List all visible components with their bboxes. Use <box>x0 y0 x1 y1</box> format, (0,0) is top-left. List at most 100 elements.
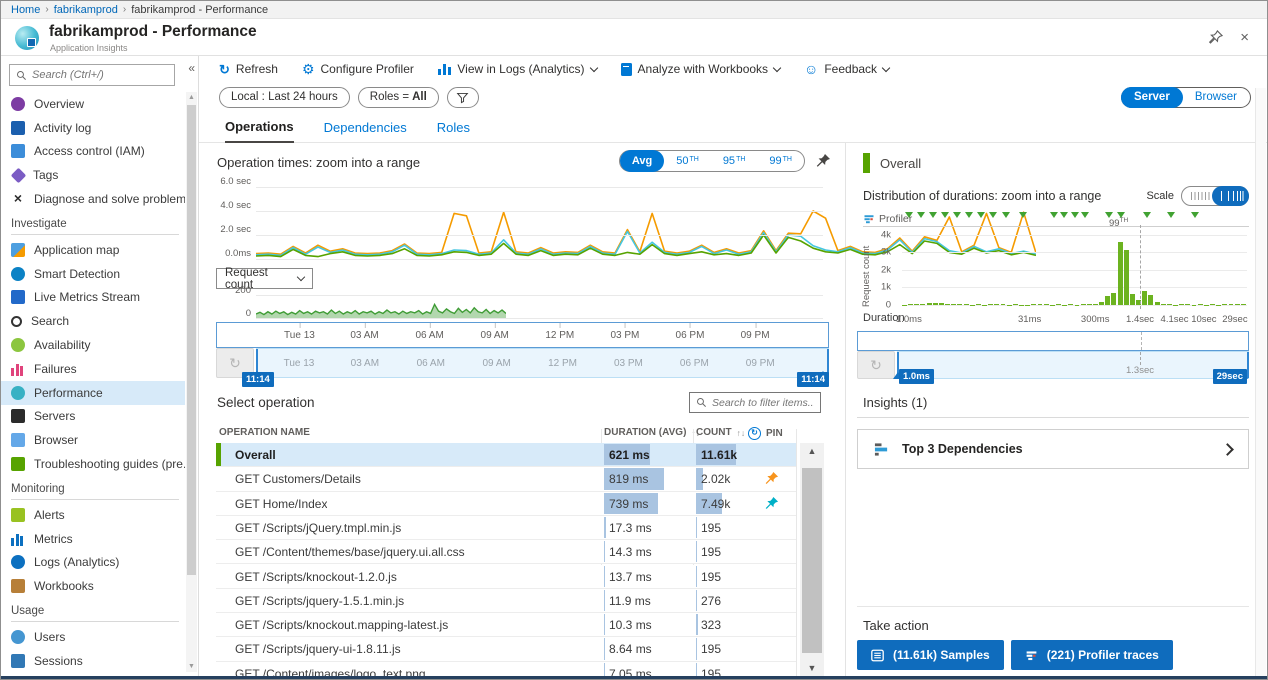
sidebar-item-troubleshooting-guides-pre[interactable]: Troubleshooting guides (pre... <box>1 452 185 476</box>
sidebar-item-diagnose-and-solve-problems[interactable]: ×Diagnose and solve problems <box>1 187 185 211</box>
profiler-marker-icon[interactable] <box>1019 212 1027 222</box>
time-axis[interactable]: Tue 1303 AM06 AM09 AM12 PM03 PM06 PM09 P… <box>216 322 829 348</box>
table-row[interactable]: GET /Scripts/knockout-1.2.0.js13.7 ms195 <box>216 565 796 589</box>
sidebar-item-live-metrics-stream[interactable]: Live Metrics Stream <box>1 286 185 310</box>
pin-blade-icon[interactable] <box>1208 30 1223 45</box>
duration-histogram[interactable] <box>902 231 1247 305</box>
range-end-chip[interactable]: 29sec <box>1213 369 1247 384</box>
sidebar-item-failures[interactable]: Failures <box>1 357 185 381</box>
table-search-input[interactable] <box>712 397 814 409</box>
profiler-marker-icon[interactable] <box>1191 212 1199 222</box>
percentile-99th[interactable]: 99TH <box>757 150 804 172</box>
table-scrollbar[interactable]: ▲ ▼ <box>800 443 824 676</box>
table-row[interactable]: GET Customers/Details819 ms2.02k <box>216 467 796 491</box>
tab-operations[interactable]: Operations <box>225 119 294 143</box>
sidebar-item-tags[interactable]: Tags <box>1 163 185 187</box>
sidebar-item-activity-log[interactable]: Activity log <box>1 116 185 140</box>
table-row[interactable]: GET /Content/images/logo_text.png7.05 ms… <box>216 662 796 676</box>
percentile-avg[interactable]: Avg <box>620 150 664 172</box>
scroll-down-icon[interactable]: ▼ <box>800 660 824 676</box>
reset-pins-icon[interactable] <box>748 427 761 440</box>
refresh-button[interactable]: Refresh <box>219 62 278 76</box>
duration-selection-strip[interactable] <box>857 331 1249 351</box>
table-row[interactable]: GET /Scripts/jquery-1.5.1.min.js11.9 ms2… <box>216 589 796 613</box>
range-start-chip[interactable]: 1.0ms <box>899 369 934 384</box>
percentile-50th[interactable]: 50TH <box>664 150 711 172</box>
table-row[interactable]: GET /Scripts/jquery-ui-1.8.11.js8.64 ms1… <box>216 637 796 661</box>
table-row[interactable]: GET /Content/themes/base/jquery.ui.all.c… <box>216 540 796 564</box>
sidebar-item-sessions[interactable]: Sessions <box>1 649 185 673</box>
profiler-marker-icon[interactable] <box>929 212 937 222</box>
sidebar-item-metrics[interactable]: Metrics <box>1 527 185 551</box>
scale-toggle[interactable] <box>1181 186 1249 206</box>
operation-times-chart[interactable]: 6.0 sec4.0 sec2.0 sec0.0ms <box>199 181 828 259</box>
sidebar-item-performance[interactable]: Performance <box>1 381 185 405</box>
profiler-marker-icon[interactable] <box>1050 212 1058 222</box>
breadcrumb-fabrikamprod[interactable]: fabrikamprod <box>54 4 118 16</box>
table-row[interactable]: GET /Scripts/jQuery.tmpl.min.js17.3 ms19… <box>216 516 796 540</box>
pin-icon[interactable] <box>764 496 779 511</box>
sidebar-item-overview[interactable]: Overview <box>1 92 185 116</box>
toggle-browser[interactable]: Browser <box>1182 87 1250 108</box>
scroll-down-icon[interactable]: ▼ <box>186 661 197 672</box>
pin-icon[interactable] <box>764 471 779 486</box>
profiler-marker-icon[interactable] <box>953 212 961 222</box>
sidebar-item-browser[interactable]: Browser <box>1 428 185 452</box>
percentile-95th[interactable]: 95TH <box>711 150 758 172</box>
sidebar-item-application-map[interactable]: Application map <box>1 238 185 262</box>
profiler-marker-icon[interactable] <box>965 212 973 222</box>
close-icon[interactable]: × <box>1240 30 1249 45</box>
range-end-chip[interactable]: 11:14 <box>797 372 829 387</box>
roles-filter-pill[interactable]: Roles =All <box>358 87 439 108</box>
pin-chart-icon[interactable] <box>815 153 831 169</box>
view-in-logs-button[interactable]: View in Logs (Analytics) <box>438 62 597 76</box>
scroll-up-icon[interactable]: ▲ <box>800 443 824 459</box>
analyze-workbooks-button[interactable]: Analyze with Workbooks <box>621 62 781 76</box>
tab-roles[interactable]: Roles <box>437 120 470 142</box>
request-count-chart[interactable]: 2000 <box>199 293 828 318</box>
profiler-marker-icon[interactable] <box>1002 212 1010 222</box>
breadcrumb-home[interactable]: Home <box>11 4 40 16</box>
profiler-marker-icon[interactable] <box>1167 212 1175 222</box>
page-scrollbar[interactable] <box>1255 88 1266 679</box>
add-filter-button[interactable] <box>447 87 479 108</box>
tab-dependencies[interactable]: Dependencies <box>324 120 407 142</box>
profiler-marker-icon[interactable] <box>1071 212 1079 222</box>
table-row[interactable]: GET Home/Index739 ms7.49k <box>216 492 796 516</box>
profiler-marker-icon[interactable] <box>1060 212 1068 222</box>
sidebar-search-input[interactable] <box>32 69 168 81</box>
table-scroll-thumb[interactable] <box>802 468 822 653</box>
toggle-server[interactable]: Server <box>1121 87 1183 108</box>
column-count[interactable]: COUNT↑↓ <box>696 427 745 438</box>
configure-profiler-button[interactable]: Configure Profiler <box>302 62 414 76</box>
feedback-button[interactable]: Feedback <box>804 62 889 76</box>
area-chart-plot[interactable] <box>256 293 506 318</box>
reset-zoom-icon[interactable] <box>857 351 895 379</box>
profiler-marker-icon[interactable] <box>977 212 985 222</box>
sidebar-item-smart-detection[interactable]: Smart Detection <box>1 262 185 286</box>
scale-linear-option[interactable] <box>1191 192 1210 200</box>
scroll-up-icon[interactable]: ▲ <box>186 92 197 103</box>
sidebar-item-access-control-iam[interactable]: Access control (IAM) <box>1 140 185 164</box>
sidebar-scroll-thumb[interactable] <box>187 105 196 575</box>
column-operation-name[interactable]: OPERATION NAME <box>219 427 310 438</box>
profiler-marker-icon[interactable] <box>917 212 925 222</box>
range-start-chip[interactable]: 11:14 <box>242 372 274 387</box>
samples-button[interactable]: (11.61k) Samples <box>857 640 1004 670</box>
sidebar-item-logs-analytics[interactable]: Logs (Analytics) <box>1 551 185 575</box>
table-row[interactable]: Overall621 ms11.61k <box>216 443 796 467</box>
brush-band[interactable]: Tue 1303 AM06 AM09 AM12 PM03 PM06 PM09 P… <box>256 348 829 378</box>
time-range-filter-pill[interactable]: Local : Last 24 hours <box>219 87 350 108</box>
profiler-traces-button[interactable]: (221) Profiler traces <box>1011 640 1173 670</box>
profiler-marker-icon[interactable] <box>1143 212 1151 222</box>
sort-icon[interactable]: ↑↓ <box>737 428 746 438</box>
sidebar-item-availability[interactable]: Availability <box>1 333 185 357</box>
sidebar-item-users[interactable]: Users <box>1 625 185 649</box>
sidebar-item-servers[interactable]: Servers <box>1 405 185 429</box>
scale-log-option[interactable] <box>1212 186 1249 206</box>
profiler-marker-icon[interactable] <box>941 212 949 222</box>
column-pin[interactable]: PIN <box>748 427 783 440</box>
column-duration[interactable]: DURATION (AVG)↑↓ <box>604 427 700 438</box>
sidebar-scrollbar[interactable]: ▲ ▼ <box>186 92 197 672</box>
sidebar-collapse-icon[interactable]: « <box>188 61 195 75</box>
